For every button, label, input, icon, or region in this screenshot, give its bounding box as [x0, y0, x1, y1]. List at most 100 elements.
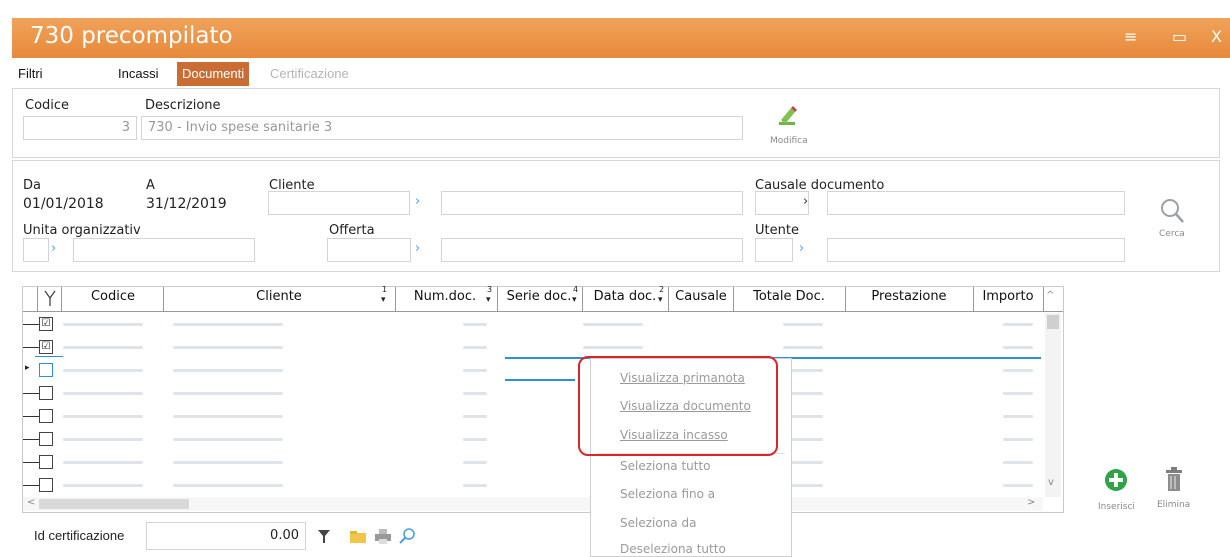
utente-label: Utente: [755, 223, 799, 238]
cerca-button[interactable]: Cerca: [1151, 197, 1195, 247]
causale-desc-field[interactable]: [827, 191, 1125, 215]
sort-arrow-icon: ▾: [486, 295, 491, 305]
table-row[interactable]: [23, 474, 1043, 497]
utente-lookup-icon[interactable]: ›: [799, 241, 804, 256]
table-row[interactable]: [23, 405, 1043, 428]
table-row[interactable]: ☑: [23, 336, 1043, 359]
elimina-button[interactable]: Elimina: [1152, 466, 1196, 516]
table-row[interactable]: [23, 382, 1043, 405]
offerta-code-field[interactable]: [327, 238, 411, 262]
minimize-icon[interactable]: ▭: [1172, 27, 1187, 46]
tab-certificazione-730[interactable]: Certificazione 730: [270, 62, 349, 105]
find-icon[interactable]: [398, 527, 416, 545]
col-codice[interactable]: Codice: [63, 289, 163, 304]
col-cliente[interactable]: Cliente: [165, 289, 393, 304]
unita-label: Unita organizzativ: [23, 223, 141, 238]
title-bar: 730 precompilato ≡ ▭ X: [12, 18, 1230, 58]
menu-seleziona-tutto[interactable]: Seleziona tutto: [620, 459, 711, 473]
utente-code-field[interactable]: [755, 238, 793, 262]
table-row[interactable]: [23, 428, 1043, 451]
da-value[interactable]: 01/01/2018: [23, 196, 104, 212]
menu-seleziona-fino-a[interactable]: Seleziona fino a: [620, 487, 715, 501]
sort-mark-serie-doc: 4: [573, 285, 579, 294]
table-row[interactable]: [23, 451, 1043, 474]
scrollbar-thumb[interactable]: [1047, 315, 1059, 329]
sort-arrow-icon: ▾: [381, 295, 386, 305]
row-checkbox[interactable]: [39, 363, 53, 377]
filters-panel: Da 01/01/2018 A 31/12/2019 Cliente › Cau…: [12, 160, 1220, 272]
inserisci-label: Inserisci: [1098, 502, 1135, 512]
descrizione-field[interactable]: 730 - Invio spese sanitarie 3: [141, 116, 743, 140]
add-icon: [1105, 469, 1127, 491]
window-title: 730 precompilato: [30, 23, 233, 49]
col-data-doc[interactable]: Data doc.: [584, 289, 666, 304]
grid-header: Codice Cliente 1 ▾ Num.doc. 3 ▾ Serie do…: [23, 285, 1063, 312]
id-cert-value: 0.00: [270, 528, 299, 543]
id-cert-label: Id certificazione: [34, 528, 125, 543]
sort-mark-data-doc: 2: [659, 285, 665, 294]
folder-icon[interactable]: [350, 531, 366, 543]
id-cert-field[interactable]: 0.00: [146, 522, 306, 550]
print-icon[interactable]: [375, 529, 391, 544]
sort-arrow-icon: ▾: [572, 295, 577, 305]
menu-seleziona-da[interactable]: Seleziona da: [620, 516, 696, 530]
row-checkbox[interactable]: [39, 409, 53, 423]
codice-label: Codice: [25, 98, 70, 113]
filter-icon[interactable]: [318, 530, 330, 544]
unita-lookup-icon[interactable]: ›: [51, 241, 56, 256]
col-causale[interactable]: Causale: [670, 289, 732, 304]
menu-deseleziona-tutto[interactable]: Deseleziona tutto: [620, 542, 726, 556]
row-checkbox[interactable]: [39, 432, 53, 446]
horizontal-scrollbar[interactable]: < >: [23, 497, 1043, 511]
scroll-up-icon[interactable]: ^: [1046, 290, 1054, 301]
sort-arrow-icon: ▾: [658, 295, 663, 305]
row-checkbox[interactable]: [39, 478, 53, 492]
filter-column-icon[interactable]: [43, 289, 57, 307]
inserisci-button[interactable]: Inserisci: [1094, 468, 1138, 518]
col-serie-doc[interactable]: Serie doc.: [499, 289, 579, 304]
col-importo[interactable]: Importo: [975, 289, 1041, 304]
descrizione-value: 730 - Invio spese sanitarie 3: [148, 120, 333, 135]
offerta-lookup-icon[interactable]: ›: [415, 241, 420, 256]
menu-icon[interactable]: ≡: [1124, 27, 1137, 46]
row-checkbox[interactable]: ☑: [39, 340, 53, 354]
scrollbar-thumb[interactable]: [39, 499, 189, 509]
col-num-doc[interactable]: Num.doc.: [397, 289, 493, 304]
row-checkbox[interactable]: [39, 386, 53, 400]
tab-incassi[interactable]: Incassi: [118, 62, 158, 86]
modifica-button[interactable]: Modifica: [769, 103, 809, 151]
cliente-lookup-icon[interactable]: ›: [415, 194, 420, 209]
cerca-label: Cerca: [1159, 229, 1185, 239]
modifica-label: Modifica: [770, 136, 808, 146]
trash-icon: [1166, 467, 1182, 491]
cliente-code-field[interactable]: [268, 191, 410, 215]
row-checkbox[interactable]: [39, 455, 53, 469]
table-row-selected[interactable]: ▸: [23, 356, 1043, 382]
elimina-label: Elimina: [1157, 500, 1191, 510]
sort-mark-num-doc: 3: [487, 285, 493, 294]
causale-code-field[interactable]: [755, 191, 809, 215]
col-totale-doc[interactable]: Totale Doc.: [735, 289, 843, 304]
codice-field[interactable]: 3: [23, 116, 137, 140]
offerta-desc-field[interactable]: [441, 238, 743, 262]
vertical-scrollbar[interactable]: v: [1045, 313, 1061, 497]
tab-documenti[interactable]: Documenti: [177, 62, 250, 86]
table-row[interactable]: ☑: [23, 313, 1043, 336]
a-value[interactable]: 31/12/2019: [146, 196, 227, 212]
descrizione-label: Descrizione: [145, 98, 221, 113]
a-label: A: [146, 178, 155, 193]
causale-lookup-icon[interactable]: ›: [803, 194, 808, 209]
codice-value: 3: [121, 120, 130, 135]
close-icon[interactable]: X: [1211, 27, 1222, 46]
scroll-right-icon[interactable]: >: [1027, 497, 1035, 508]
scroll-left-icon[interactable]: <: [27, 497, 35, 508]
tab-filtri-multipli[interactable]: Filtri multipli: [18, 62, 58, 105]
cliente-desc-field[interactable]: [441, 191, 743, 215]
unita-desc-field[interactable]: [73, 238, 255, 262]
row-checkbox[interactable]: ☑: [39, 317, 53, 331]
utente-desc-field[interactable]: [827, 238, 1125, 262]
unita-code-field[interactable]: [23, 238, 49, 262]
scroll-down-icon[interactable]: v: [1048, 477, 1054, 488]
col-prestazione[interactable]: Prestazione: [847, 289, 971, 304]
edit-pencil-icon: [779, 106, 797, 125]
